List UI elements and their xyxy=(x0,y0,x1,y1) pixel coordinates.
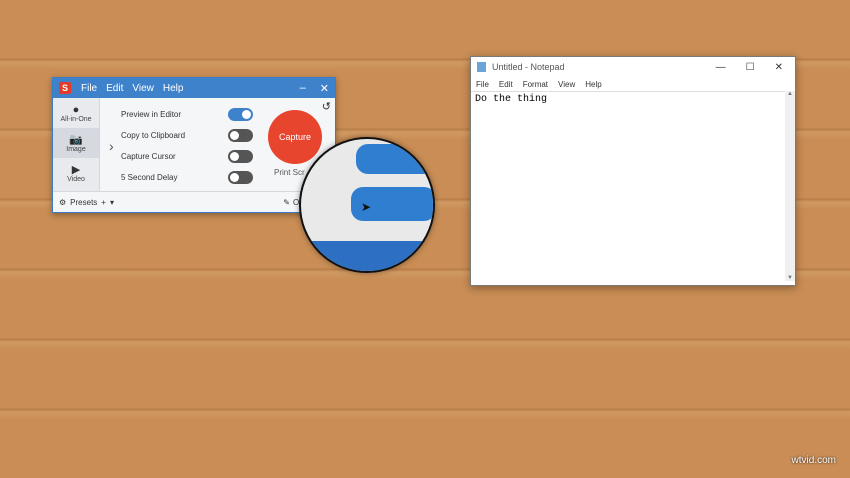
toggle-switch[interactable] xyxy=(228,171,253,184)
mode-label: Video xyxy=(67,175,85,183)
presets-label: Presets xyxy=(70,197,98,207)
option-capture-cursor: Capture Cursor xyxy=(121,146,253,167)
mouse-pointer-icon: ➤ xyxy=(361,200,372,214)
close-button[interactable]: ✕ xyxy=(320,82,329,95)
snagit-bottom-bar: ⚙ Presets + ▾ ✎ Op or xyxy=(53,191,335,212)
menu-help[interactable]: Help xyxy=(163,83,184,94)
menu-edit[interactable]: Edit xyxy=(499,80,513,89)
video-camera-icon: ▶ xyxy=(71,163,81,176)
presets-button[interactable]: ⚙ Presets + ▾ xyxy=(59,198,114,207)
mode-label: Image xyxy=(66,145,86,153)
minimize-button[interactable]: — xyxy=(716,62,726,73)
notepad-menu-bar: File Edit Format View Help xyxy=(471,77,795,91)
menu-view[interactable]: View xyxy=(132,83,154,94)
option-label: Preview in Editor xyxy=(121,110,182,119)
snagit-titlebar: S File Edit View Help – ✕ xyxy=(53,78,335,98)
option-copy-to-clipboard: Copy to Clipboard xyxy=(121,125,253,146)
option-label: 5 Second Delay xyxy=(121,173,178,182)
edit-icon: ✎ xyxy=(283,197,290,207)
capture-button[interactable]: Capture xyxy=(268,110,322,164)
record-dot-icon: ● xyxy=(72,103,80,116)
snagit-logo-icon: S xyxy=(59,82,71,94)
capture-mode-sidebar: ● All-in-One 📷 Image ▶ Video xyxy=(53,98,100,192)
snagit-menu-bar: File Edit View Help xyxy=(81,83,300,94)
mode-image[interactable]: 📷 Image xyxy=(53,128,99,158)
vertical-scrollbar[interactable]: ▲ ▼ xyxy=(785,91,795,281)
gear-icon: ⚙ xyxy=(59,197,67,207)
snagit-capture-window: S File Edit View Help – ✕ ● All-in-One 📷… xyxy=(52,77,336,213)
mode-label: All-in-One xyxy=(60,115,92,123)
option-label: Copy to Clipboard xyxy=(121,131,186,140)
reset-icon[interactable]: ↺ xyxy=(322,100,331,113)
add-preset-button[interactable]: + xyxy=(101,198,106,207)
chevron-right-icon[interactable]: › xyxy=(109,138,114,154)
menu-file[interactable]: File xyxy=(81,83,97,94)
notepad-app-icon xyxy=(477,62,486,72)
mode-all-in-one[interactable]: ● All-in-One xyxy=(53,98,99,128)
close-button[interactable]: ✕ xyxy=(775,62,783,73)
scroll-down-icon[interactable]: ▼ xyxy=(785,275,795,281)
notepad-titlebar: Untitled - Notepad — ☐ ✕ xyxy=(471,57,795,77)
window-title: Untitled - Notepad xyxy=(492,62,565,72)
option-preview-in-editor: Preview in Editor xyxy=(121,104,253,125)
menu-format[interactable]: Format xyxy=(523,80,548,89)
toggle-switch[interactable] xyxy=(228,108,253,121)
menu-view[interactable]: View xyxy=(558,80,575,89)
toggle-switch[interactable] xyxy=(228,129,253,142)
magnified-content xyxy=(356,144,433,174)
menu-edit[interactable]: Edit xyxy=(106,83,123,94)
option-5-second-delay: 5 Second Delay xyxy=(121,167,253,188)
capture-options: Preview in Editor Copy to Clipboard Capt… xyxy=(121,104,253,188)
toggle-switch[interactable] xyxy=(228,150,253,163)
option-label: Capture Cursor xyxy=(121,152,176,161)
camera-icon: 📷 xyxy=(69,133,83,146)
notepad-window: Untitled - Notepad — ☐ ✕ File Edit Forma… xyxy=(470,56,796,286)
scroll-up-icon[interactable]: ▲ xyxy=(785,91,795,97)
chevron-down-icon: ▾ xyxy=(109,197,114,207)
minimize-button[interactable]: – xyxy=(300,82,306,95)
mode-video[interactable]: ▶ Video xyxy=(53,158,99,188)
maximize-button[interactable]: ☐ xyxy=(746,62,755,73)
menu-file[interactable]: File xyxy=(476,80,489,89)
watermark: wtvid.com xyxy=(791,455,836,466)
print-screen-hotkey: Print Scr xyxy=(274,168,305,177)
notepad-text-area[interactable]: Do the thing xyxy=(471,91,785,281)
magnified-content xyxy=(301,241,433,271)
menu-help[interactable]: Help xyxy=(585,80,601,89)
